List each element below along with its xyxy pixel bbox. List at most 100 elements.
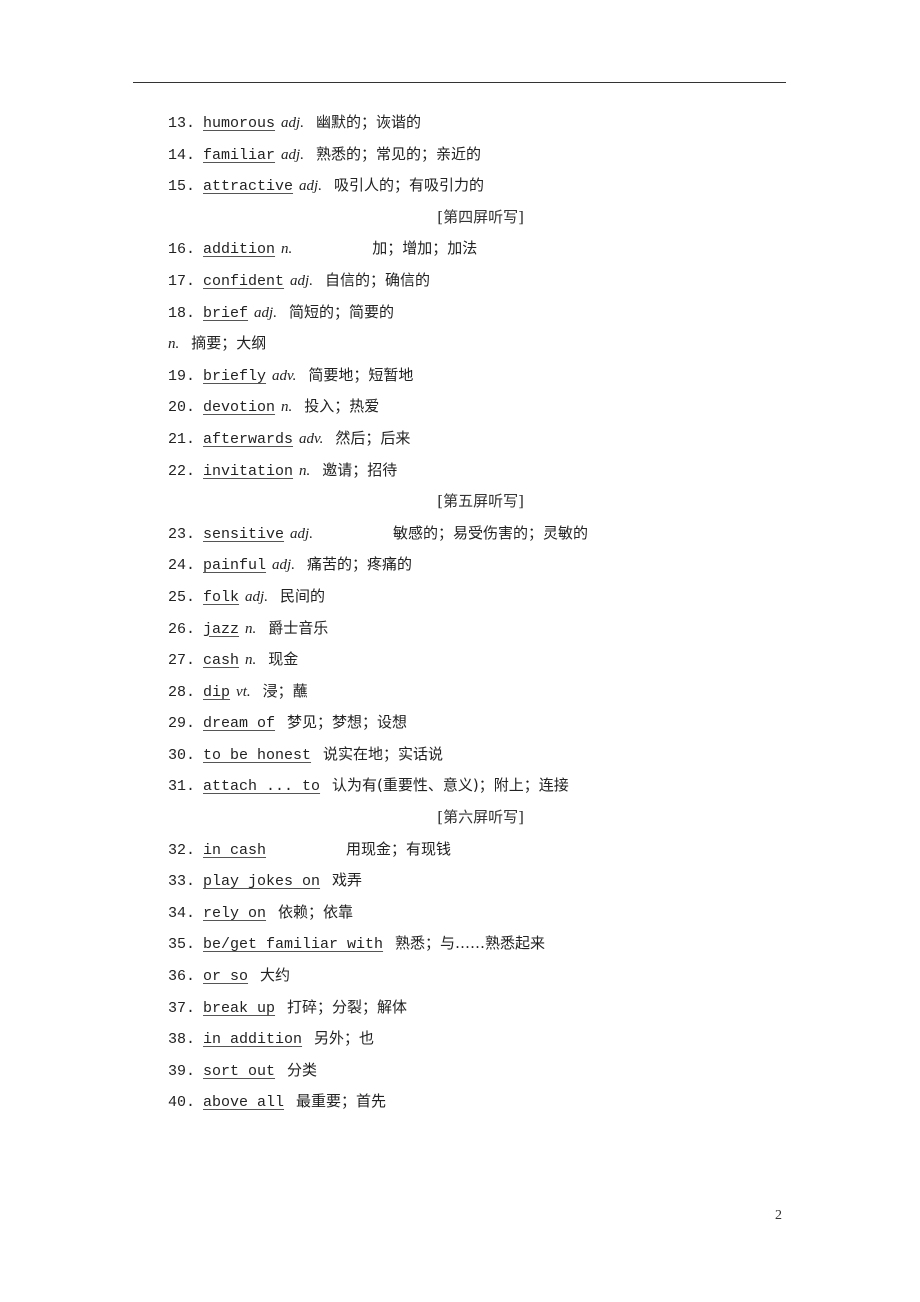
vocab-item: 32. in cash 用现金；有现钱	[168, 838, 728, 870]
vocab-term: briefly	[203, 367, 267, 385]
part-of-speech: adv.	[299, 430, 324, 447]
vocab-term: painful	[203, 557, 267, 575]
vocab-item: 14. familiar adj. 熟悉的；常见的；亲近的	[168, 143, 728, 175]
part-of-speech: adj.	[299, 178, 322, 195]
part-of-speech: n.	[245, 652, 257, 669]
vocab-item: 25. folk adj. 民间的	[168, 585, 728, 617]
vocab-term: familiar	[203, 146, 276, 164]
item-number: 14.	[168, 146, 196, 164]
section-heading: [第六屏听写]	[437, 808, 524, 827]
vocab-term: above all	[203, 1094, 285, 1112]
section-heading: [第四屏听写]	[437, 207, 524, 226]
vocab-term: sort out	[203, 1062, 276, 1080]
part-of-speech: adj.	[281, 115, 304, 131]
vocab-meaning: 浸；蘸	[262, 681, 308, 700]
vocab-term: brief	[203, 304, 249, 322]
vocab-item: 17. confident adj. 自信的；确信的	[168, 269, 728, 301]
vocab-meaning: 爵士音乐	[268, 618, 329, 637]
vocab-item: 29. dream of 梦见；梦想；设想	[168, 711, 728, 743]
part-of-speech: adj.	[245, 588, 268, 605]
vocab-item: 39. sort out 分类	[168, 1059, 728, 1091]
part-of-speech: n.	[299, 462, 311, 479]
item-number: 19.	[168, 367, 196, 385]
vocab-meaning: 另外；也	[314, 1029, 375, 1048]
vocab-term: devotion	[203, 399, 276, 417]
vocab-item: 27. cash n. 现金	[168, 648, 728, 680]
item-number: 39.	[168, 1062, 196, 1080]
vocab-term: humorous	[203, 115, 276, 132]
part-of-speech: n.	[168, 336, 180, 353]
part-of-speech: n.	[245, 620, 257, 637]
vocab-item: 22. invitation n. 邀请；招待	[168, 459, 728, 491]
vocab-meaning: 摘要；大纲	[191, 334, 267, 353]
part-of-speech: adj.	[290, 525, 313, 542]
part-of-speech: adj.	[272, 557, 295, 574]
item-number: 36.	[168, 968, 196, 986]
item-number: 20.	[168, 399, 196, 417]
item-number: 33.	[168, 873, 196, 891]
item-number: 37.	[168, 999, 196, 1017]
vocab-term: jazz	[203, 620, 240, 638]
vocab-item: 28. dip vt. 浸；蘸	[168, 680, 728, 712]
vocab-meaning: 敏感的；易受伤害的；灵敏的	[392, 523, 588, 542]
vocab-meaning: 最重要；首先	[296, 1092, 387, 1111]
vocab-item: 21. afterwards adv. 然后；后来	[168, 427, 728, 459]
item-number: 17.	[168, 272, 196, 290]
part-of-speech: adj.	[254, 304, 277, 321]
vocab-term: break up	[203, 999, 276, 1017]
item-number: 23.	[168, 525, 196, 543]
part-of-speech: adj.	[281, 146, 304, 163]
vocab-term: rely on	[203, 904, 267, 922]
vocab-meaning: 熟悉的；常见的；亲近的	[315, 144, 481, 163]
vocab-meaning: 简要地；短暂地	[308, 365, 414, 384]
vocab-meaning: 投入；热爱	[304, 397, 380, 416]
vocab-item: 23. sensitive adj. 敏感的；易受伤害的；灵敏的	[168, 522, 728, 554]
vocab-continuation: n. 摘要；大纲	[168, 332, 728, 364]
item-number: 24.	[168, 557, 196, 575]
vocab-term: in addition	[203, 1031, 303, 1049]
vocab-item: 24. painful adj. 痛苦的；疼痛的	[168, 553, 728, 585]
vocab-meaning: 吸引人的；有吸引力的	[333, 176, 484, 195]
item-number: 21.	[168, 430, 196, 448]
vocab-term: afterwards	[203, 430, 294, 448]
vocab-item: 30. to be honest 说实在地；实话说	[168, 743, 728, 775]
vocab-item: 37. break up 打碎；分裂；解体	[168, 996, 728, 1028]
item-number: 18.	[168, 304, 196, 322]
vocab-item: 15. attractive adj. 吸引人的；有吸引力的	[168, 174, 728, 206]
vocab-term: to be honest	[203, 746, 312, 764]
vocab-meaning: 熟悉；与……熟悉起来	[395, 934, 546, 953]
vocab-meaning: 自信的；确信的	[324, 270, 430, 289]
item-number: 25.	[168, 588, 196, 606]
item-number: 13.	[168, 115, 196, 132]
item-number: 15.	[168, 178, 196, 196]
vocab-item: 35. be/get familiar with 熟悉；与……熟悉起来	[168, 932, 728, 964]
item-number: 22.	[168, 462, 196, 480]
part-of-speech: n.	[281, 399, 293, 416]
vocab-meaning: 幽默的；诙谐的	[315, 113, 421, 131]
vocab-term: attractive	[203, 178, 294, 196]
part-of-speech: n.	[281, 241, 293, 258]
vocab-item: 16. addition n. 加；增加；加法	[168, 237, 728, 269]
vocab-term: dream of	[203, 715, 276, 733]
vocab-meaning: 民间的	[279, 586, 325, 605]
vocab-meaning: 打碎；分裂；解体	[287, 997, 408, 1016]
vocab-meaning: 依赖；依靠	[278, 902, 354, 921]
vocab-term: be/get familiar with	[203, 936, 384, 954]
vocab-item: 33. play jokes on 戏弄	[168, 869, 728, 901]
vocab-term: in cash	[203, 841, 267, 859]
vocab-meaning: 然后；后来	[335, 428, 411, 447]
vocab-term: cash	[203, 652, 240, 670]
vocab-meaning: 梦见；梦想；设想	[287, 713, 408, 732]
section-heading: [第五屏听写]	[437, 492, 524, 511]
vocab-term: or so	[203, 968, 249, 986]
item-number: 28.	[168, 683, 196, 701]
vocab-meaning: 邀请；招待	[322, 460, 398, 479]
vocab-item: 40. above all 最重要；首先	[168, 1090, 728, 1122]
item-number: 16.	[168, 241, 196, 259]
vocab-item: 34. rely on 依赖；依靠	[168, 901, 728, 933]
item-number: 34.	[168, 904, 196, 922]
vocab-item: 20. devotion n. 投入；热爱	[168, 395, 728, 427]
vocab-item: 18. brief adj. 简短的；简要的	[168, 301, 728, 333]
vocab-term: invitation	[203, 462, 294, 480]
part-of-speech: adj.	[290, 272, 313, 289]
